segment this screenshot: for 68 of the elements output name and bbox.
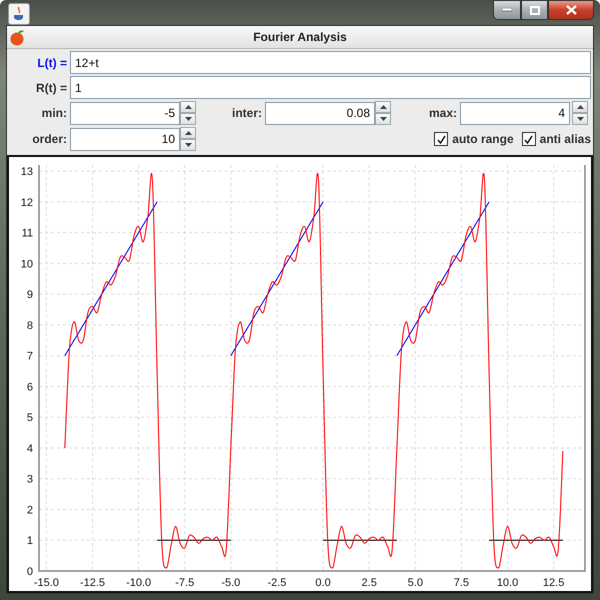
spin-up-button[interactable] <box>180 101 196 113</box>
minimize-button[interactable] <box>493 0 521 20</box>
caret-up-icon <box>576 105 584 109</box>
tick-label: 2 <box>26 504 33 516</box>
check-icon <box>524 134 534 144</box>
field-label: inter: <box>231 106 262 120</box>
spin-down-button[interactable] <box>180 139 196 151</box>
field-label: L(t) = <box>36 56 67 70</box>
spin-down-button[interactable] <box>180 113 196 125</box>
fruit-icon <box>9 28 26 46</box>
field-label: min: <box>40 106 67 120</box>
tick-label: 2.5 <box>362 577 377 589</box>
input-field[interactable]: 1 <box>70 76 591 99</box>
number-field[interactable]: -5 <box>70 102 180 124</box>
checkbox-label: auto range <box>452 132 514 146</box>
tick-label: 10 <box>20 258 33 270</box>
tick-label: 12 <box>20 196 33 209</box>
spin-up-button[interactable] <box>180 127 196 139</box>
tick-label: 10.0 <box>496 577 518 589</box>
caret-down-icon <box>184 117 192 121</box>
caret-up-icon <box>184 105 192 109</box>
tick-label: 11 <box>22 228 33 240</box>
checkbox-label: anti alias <box>540 132 591 146</box>
field-label: max: <box>428 106 457 120</box>
tick-label: 5 <box>26 412 33 424</box>
tick-label: 9 <box>26 289 33 302</box>
window-title: Fourier Analysis <box>252 30 348 44</box>
caret-up-icon <box>380 105 386 109</box>
caret-down-icon <box>184 143 192 147</box>
tick-label: 0 <box>26 566 33 578</box>
maximize-button[interactable] <box>521 0 548 20</box>
minimize-icon <box>502 8 512 12</box>
close-icon <box>566 5 576 15</box>
maximize-icon <box>530 6 540 14</box>
input-field[interactable]: 12+t <box>70 51 591 74</box>
tick-label: 1 <box>26 535 33 548</box>
spin-down-button[interactable] <box>375 113 391 125</box>
spin-down-button[interactable] <box>572 113 588 125</box>
tick-label: 13 <box>20 166 33 178</box>
tick-label: 6 <box>26 381 33 394</box>
tick-label: 7.5 <box>454 577 470 589</box>
tick-label: -10.0 <box>126 577 152 589</box>
number-field[interactable]: 0.08 <box>265 102 375 124</box>
spin-up-button[interactable] <box>375 101 391 113</box>
tick-label: -7.5 <box>175 577 194 589</box>
checkbox[interactable] <box>434 132 448 146</box>
tick-label: -12.5 <box>80 577 106 589</box>
checkbox[interactable] <box>522 132 536 146</box>
tick-label: 7 <box>26 350 33 363</box>
close-button[interactable] <box>548 0 594 20</box>
tick-label: -2.5 <box>267 577 286 589</box>
caret-down-icon <box>380 117 386 121</box>
spin-up-button[interactable] <box>572 101 588 113</box>
field-label: R(t) = <box>35 80 67 94</box>
tick-label: -5.0 <box>221 577 240 589</box>
tick-label: -15.0 <box>34 577 59 589</box>
tick-label: 8 <box>26 320 33 332</box>
tick-label: 4 <box>26 442 33 455</box>
number-field[interactable]: 4 <box>460 102 570 124</box>
tick-label: 3 <box>26 474 33 486</box>
tick-label: 0.0 <box>315 577 331 589</box>
tick-label: 5.0 <box>408 577 423 589</box>
number-field[interactable]: 10 <box>70 128 180 150</box>
field-label: order: <box>31 132 67 146</box>
check-icon <box>436 134 446 144</box>
caret-down-icon <box>576 117 584 121</box>
caret-up-icon <box>184 131 192 135</box>
tick-label: 12.5 <box>542 577 564 589</box>
